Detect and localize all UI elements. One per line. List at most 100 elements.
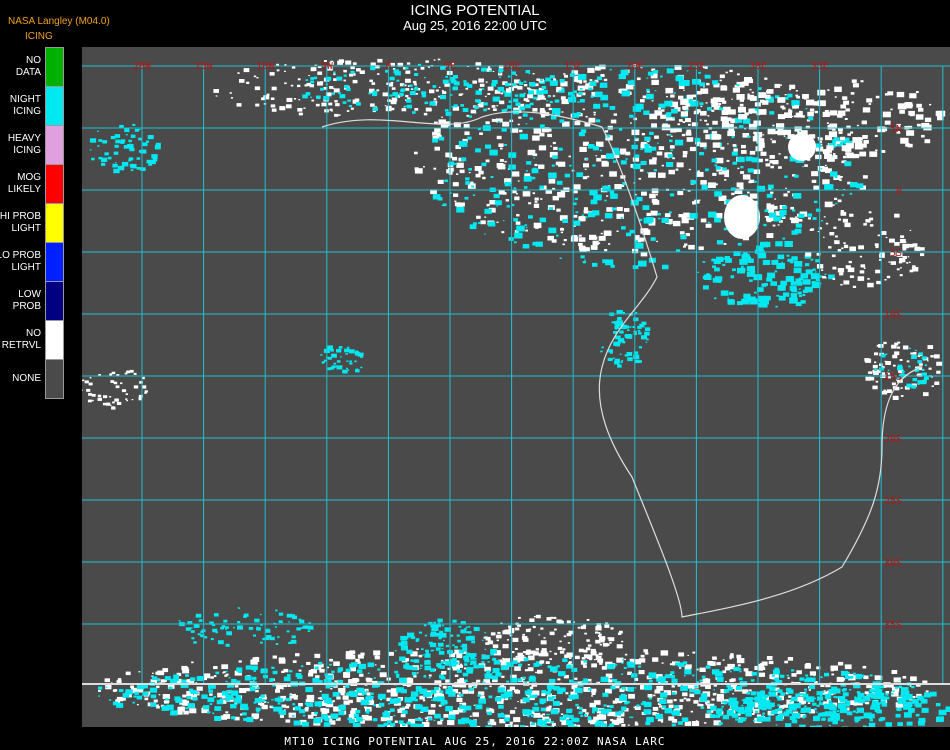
cloud-speck (485, 121, 490, 125)
cloud-speck (292, 715, 295, 717)
cloud-speck (529, 618, 535, 622)
cloud-speck (899, 679, 902, 681)
cloud-speck (779, 713, 784, 717)
cloud-speck (688, 244, 695, 250)
cloud-speck (391, 97, 398, 102)
cloud-speck (117, 165, 125, 171)
cloud-speck (272, 655, 277, 659)
cloud-speck (437, 642, 444, 647)
cloud-speck (506, 639, 509, 641)
cloud-speck (191, 661, 194, 664)
cloud-speck (711, 698, 715, 701)
cloud-speck (113, 151, 119, 155)
cloud-speck (924, 364, 927, 366)
cloud-speck (336, 348, 342, 353)
cloud-speck (604, 130, 609, 133)
cloud-speck (854, 716, 861, 721)
cloud-speck (644, 147, 652, 153)
cloud-speck (352, 722, 361, 727)
cloud-speck (864, 702, 868, 704)
cloud-speck (270, 104, 276, 108)
cloud-speck (310, 80, 315, 84)
cloud-speck (576, 172, 584, 178)
cloud-speck (579, 146, 587, 152)
cloud-speck (727, 687, 733, 691)
cloud-speck (609, 68, 612, 71)
cloud-speck (732, 87, 740, 93)
cloud-speck (272, 670, 278, 675)
cloud-speck (519, 103, 525, 107)
cloud-speck (147, 135, 154, 140)
cloud-speck (261, 699, 266, 702)
cloud-speck (783, 129, 791, 135)
cloud-speck (271, 108, 277, 112)
cloud-speck (904, 102, 913, 109)
cloud-speck (292, 703, 296, 706)
cloud-speck (744, 77, 752, 83)
cloud-speck (856, 124, 859, 127)
cloud-speck (515, 102, 521, 106)
cloud-speck (469, 715, 472, 717)
cloud-speck (158, 694, 161, 696)
cloud-speck (112, 163, 118, 168)
cloud-speck (338, 346, 343, 349)
cloud-speck (414, 108, 419, 111)
cloud-speck (712, 265, 716, 269)
cloud-speck (405, 88, 410, 91)
cloud-speck (574, 687, 583, 694)
cloud-speck (554, 652, 557, 655)
legend-label: LOW PROB (12, 288, 41, 312)
cloud-speck (306, 661, 311, 665)
cloud-speck (894, 242, 900, 246)
cloud-speck (711, 158, 717, 163)
cloud-speck (692, 674, 695, 677)
cloud-speck (524, 224, 528, 226)
cloud-speck (459, 693, 464, 697)
cloud-speck (666, 134, 669, 136)
cloud-speck (867, 694, 872, 697)
cloud-speck (559, 257, 562, 259)
cloud-speck (621, 723, 626, 727)
cloud-speck (271, 705, 274, 707)
cloud-speck (650, 237, 656, 241)
cloud-speck (653, 694, 656, 697)
cloud-speck (591, 688, 597, 693)
cloud-speck (452, 619, 457, 623)
cloud-speck (342, 369, 348, 374)
cloud-speck (316, 95, 321, 99)
cloud-speck (718, 722, 723, 725)
cloud-speck (514, 666, 521, 671)
cloud-speck (601, 161, 609, 167)
cloud-speck (409, 84, 413, 87)
cloud-speck (539, 217, 547, 223)
cloud-speck (606, 643, 610, 646)
cloud-speck (260, 694, 265, 698)
legend-swatch (45, 47, 64, 87)
cloud-speck (428, 677, 431, 679)
cloud-speck (490, 652, 495, 656)
cloud-speck (102, 140, 108, 144)
cloud-speck (638, 670, 645, 675)
cloud-speck (740, 259, 744, 263)
cloud-speck (827, 89, 830, 91)
cloud-speck (886, 275, 891, 279)
cloud-speck (937, 716, 944, 722)
cloud-speck (681, 218, 689, 224)
cloud-speck (484, 632, 487, 634)
cloud-speck (633, 354, 640, 359)
cloud-speck (543, 97, 546, 100)
cloud-speck (840, 719, 844, 722)
cloud-speck (181, 679, 187, 683)
cloud-speck (371, 82, 376, 85)
cloud-speck (827, 156, 835, 162)
cloud-speck (763, 241, 771, 248)
cloud-speck (766, 193, 773, 198)
cloud-speck (523, 176, 532, 182)
cloud-speck (458, 140, 468, 147)
cloud-speck (567, 96, 577, 103)
cloud-speck (933, 354, 940, 359)
cloud-speck (251, 665, 258, 671)
cloud-speck (789, 88, 792, 91)
cloud-speck (825, 135, 833, 141)
cloud-speck (737, 664, 741, 667)
